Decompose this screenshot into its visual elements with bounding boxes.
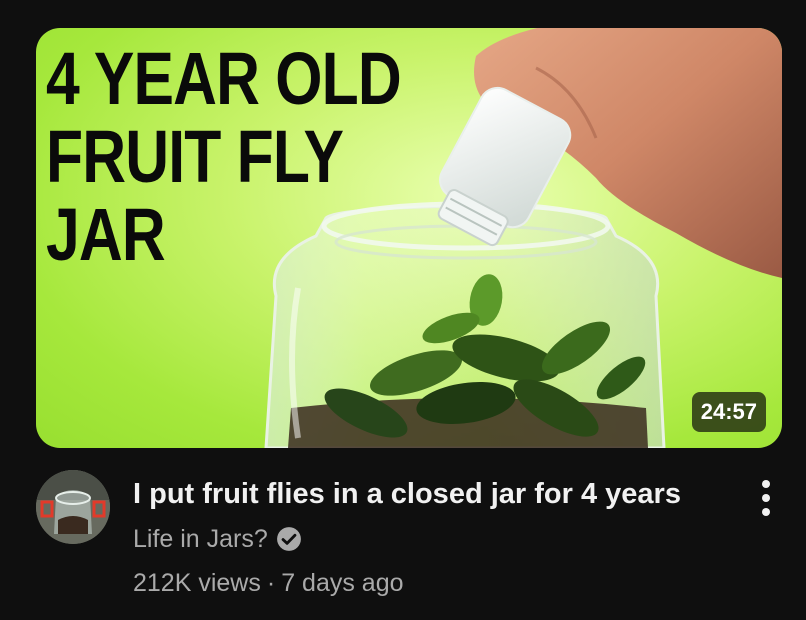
video-metadata: 212K views · 7 days ago	[133, 566, 404, 600]
verified-check-icon	[276, 526, 302, 552]
upload-age: 7 days ago	[281, 569, 404, 597]
duration-badge: 24:57	[691, 392, 766, 432]
video-thumbnail[interactable]: 4 YEAR OLD FRUIT FLY JAR 24:57	[36, 28, 782, 448]
thumbnail-title-line-3: JAR	[46, 193, 166, 276]
thumbnail-title: 4 YEAR OLD FRUIT FLY JAR	[46, 37, 402, 276]
avatar-image	[36, 470, 110, 544]
thumbnail-title-line-2: FRUIT FLY	[46, 115, 344, 198]
channel-link[interactable]: Life in Jars?	[133, 522, 302, 556]
view-count: 212K views	[133, 569, 261, 597]
channel-avatar[interactable]	[36, 470, 110, 544]
more-vertical-icon	[762, 480, 770, 516]
video-card[interactable]: 4 YEAR OLD FRUIT FLY JAR 24:57 I put fru…	[0, 0, 806, 620]
metadata-separator: ·	[266, 569, 276, 597]
video-title[interactable]: I put fruit flies in a closed jar for 4 …	[133, 476, 681, 512]
thumbnail-title-line-1: 4 YEAR OLD	[46, 37, 402, 120]
more-actions-button[interactable]	[748, 476, 784, 520]
channel-name[interactable]: Life in Jars?	[133, 522, 268, 556]
